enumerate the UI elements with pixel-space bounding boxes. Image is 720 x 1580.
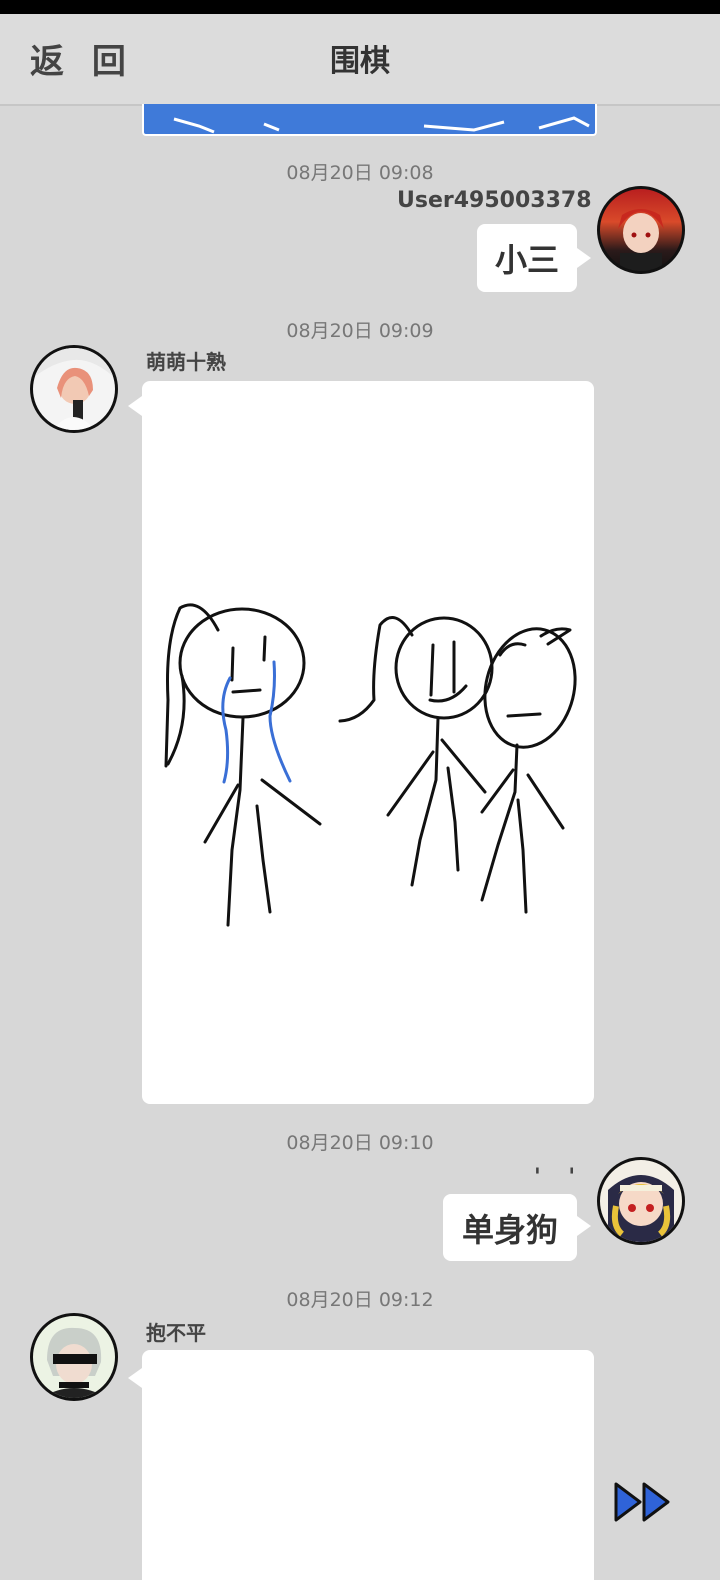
previous-image-art [173,116,590,134]
avatar-art [608,1175,674,1242]
drawing-message[interactable] [142,1350,594,1580]
message-bubble[interactable]: 小三 [477,224,577,292]
bubble-tail [128,396,142,416]
message-text: 单身狗 [461,1210,558,1249]
sender-name: 萌萌十熟 [146,350,226,374]
message-text: 小三 [494,241,559,279]
avatar-art [41,1327,107,1398]
avatar-pink-hair[interactable] [30,345,118,433]
message-timestamp: 08月20日 09:09 [286,320,434,342]
message-timestamp: 08月20日 09:12 [286,1289,434,1311]
avatar-art [618,209,664,271]
sender-name: ' ' [534,1165,586,1190]
page-title: 围棋 [330,44,390,79]
previous-image-message[interactable] [142,104,597,136]
sender-name: User495003378 [397,188,592,213]
bubble-tail [128,1368,142,1388]
sender-name: 抱不平 [146,1321,206,1345]
top-bar: 返 回 围棋 [0,14,720,106]
bubble-tail [577,1216,591,1236]
bubble-tail [577,248,591,268]
message-timestamp: 08月20日 09:08 [286,162,434,184]
message-timestamp: 08月20日 09:10 [286,1132,434,1154]
double-play-icon [614,1482,670,1522]
avatar-blindfold[interactable] [30,1313,118,1401]
message-bubble[interactable]: 单身狗 [443,1194,577,1261]
drawing-message[interactable] [142,381,594,1104]
skip-button[interactable] [612,1480,676,1524]
status-bar [0,0,720,14]
stick-figure-drawing [164,603,577,927]
avatar-blonde-nun[interactable] [597,1157,685,1245]
avatar-red-hair[interactable] [597,186,685,274]
avatar-art [33,348,115,430]
